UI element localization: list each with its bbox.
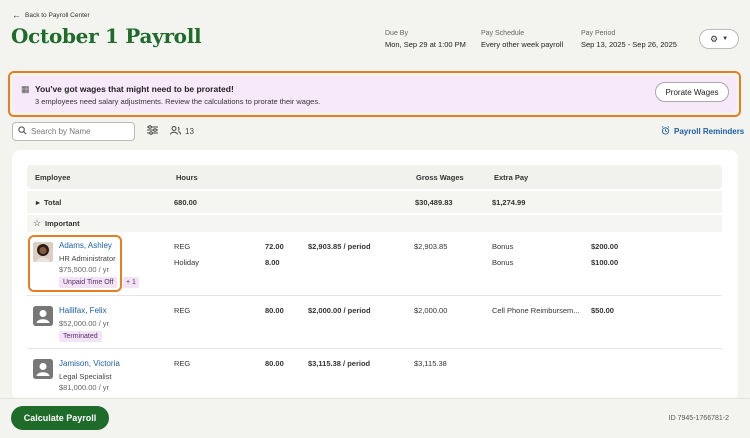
unpaid-time-off-badge: Unpaid Time Off bbox=[59, 277, 118, 288]
proration-banner-highlight: ▦ You've got wages that might need to be… bbox=[8, 71, 741, 117]
earning-type: REG bbox=[174, 359, 191, 368]
alarm-clock-icon bbox=[661, 126, 670, 137]
due-by-value: Mon, Sep 29 at 1:00 PM bbox=[385, 40, 466, 49]
star-icon: ☆ bbox=[33, 218, 42, 228]
total-extra: $1,274.99 bbox=[492, 198, 526, 207]
header-employee: Employee bbox=[35, 173, 71, 182]
employee-name-link[interactable]: Hallifax, Felix bbox=[59, 306, 107, 315]
payroll-reminders-label: Payroll Reminders bbox=[674, 127, 745, 136]
earning-hours[interactable]: 8.00 bbox=[265, 258, 280, 267]
total-label: Total bbox=[44, 198, 62, 207]
filter-sliders-icon[interactable] bbox=[147, 125, 158, 138]
pay-schedule-value: Every other week payroll bbox=[481, 40, 564, 49]
payroll-id: ID 7945-1766781-2 bbox=[668, 415, 729, 422]
calculate-payroll-button[interactable]: Calculate Payroll bbox=[11, 406, 109, 430]
total-row[interactable]: ▸ Total 680.00 $30,489.83 $1,274.99 bbox=[27, 191, 722, 213]
employee-rate: $75,500.00 / yr bbox=[59, 265, 110, 274]
earning-hours[interactable]: 80.00 bbox=[265, 306, 284, 315]
extra-pay-name: Cell Phone Reimbursem... bbox=[492, 306, 580, 315]
users-icon bbox=[170, 126, 181, 137]
total-gross: $30,489.83 bbox=[415, 198, 453, 207]
extra-pay-amount[interactable]: $200.00 bbox=[591, 242, 618, 251]
gross-wages: $3,115.38 bbox=[414, 359, 447, 368]
payroll-table-card: Employee Hours Gross Wages Extra Pay ▸ T… bbox=[12, 150, 738, 400]
extra-pay-amount[interactable]: $100.00 bbox=[591, 258, 618, 267]
earning-pay-rate: $2,903.85 / period bbox=[308, 242, 371, 251]
banner-subtitle: 3 employees need salary adjustments. Rev… bbox=[35, 97, 321, 106]
employee-rate: $81,000.00 / yr bbox=[59, 383, 110, 392]
employee-rate: $52,000.00 / yr bbox=[59, 319, 110, 328]
important-section-header: ☆ Important bbox=[27, 215, 722, 232]
avatar bbox=[33, 242, 53, 262]
table-row: Jamison, Victoria Legal Specialist $81,0… bbox=[27, 350, 722, 400]
earning-pay-rate: $3,115.38 / period bbox=[308, 359, 371, 368]
table-row: Adams, Ashley HR Administrator $75,500.0… bbox=[27, 233, 722, 296]
earning-type: REG bbox=[174, 242, 191, 251]
employee-name-link[interactable]: Adams, Ashley bbox=[59, 241, 112, 250]
gear-icon: ⚙ bbox=[709, 33, 719, 44]
earning-hours[interactable]: 72.00 bbox=[265, 242, 284, 251]
extra-pay-name: Bonus bbox=[492, 242, 514, 251]
table-row: Hallifax, Felix $52,000.00 / yr Terminat… bbox=[27, 297, 722, 349]
earning-type: REG bbox=[174, 306, 191, 315]
caret-right-icon: ▸ bbox=[36, 198, 40, 207]
arrow-left-icon: ← bbox=[12, 10, 21, 20]
employee-count-value: 13 bbox=[185, 127, 194, 136]
employee-count[interactable]: 13 bbox=[170, 126, 194, 137]
gross-wages: $2,903.85 bbox=[414, 242, 448, 251]
back-link-label: Back to Payroll Center bbox=[25, 12, 90, 19]
terminated-badge: Terminated bbox=[59, 331, 102, 342]
page-title: October 1 Payroll bbox=[11, 24, 202, 48]
footer-bar: Calculate Payroll ID 7945-1766781-2 bbox=[0, 398, 750, 438]
earning-pay-rate: $2,000.00 / period bbox=[308, 306, 371, 315]
back-to-payroll-center-link[interactable]: ← Back to Payroll Center bbox=[12, 10, 90, 20]
header-extra-pay: Extra Pay bbox=[494, 173, 529, 182]
pay-period-info: Pay Period Sep 13, 2025 - Sep 26, 2025 bbox=[581, 30, 677, 49]
calculator-icon: ▦ bbox=[21, 84, 30, 94]
employee-title: HR Administrator bbox=[59, 254, 116, 263]
important-label: Important bbox=[45, 219, 80, 228]
employee-name-link[interactable]: Jamison, Victoria bbox=[59, 359, 120, 368]
gross-wages: $2,000.00 bbox=[414, 306, 448, 315]
pay-schedule-info: Pay Schedule Every other week payroll bbox=[481, 30, 563, 49]
search-icon bbox=[18, 126, 27, 137]
total-hours: 680.00 bbox=[174, 198, 197, 207]
due-by-label: Due By bbox=[385, 30, 408, 37]
pay-period-label: Pay Period bbox=[581, 30, 616, 37]
avatar bbox=[33, 359, 53, 379]
search-input[interactable]: Search by Name bbox=[12, 122, 135, 141]
payroll-reminders-link[interactable]: Payroll Reminders bbox=[661, 126, 744, 137]
extra-pay-amount[interactable]: $50.00 bbox=[591, 306, 614, 315]
settings-dropdown-button[interactable]: ⚙ ▼ bbox=[699, 29, 739, 49]
chevron-down-icon: ▼ bbox=[722, 36, 729, 42]
banner-title: You've got wages that might need to be p… bbox=[35, 84, 234, 94]
header-hours: Hours bbox=[176, 173, 198, 182]
header-gross-wages: Gross Wages bbox=[416, 173, 464, 182]
more-badges-button[interactable]: + 1 bbox=[123, 277, 139, 288]
table-header: Employee Hours Gross Wages Extra Pay bbox=[27, 165, 722, 189]
prorate-wages-button[interactable]: Prorate Wages bbox=[655, 82, 729, 102]
employee-title: Legal Specialist bbox=[59, 372, 112, 381]
pay-schedule-label: Pay Schedule bbox=[481, 30, 525, 37]
search-placeholder: Search by Name bbox=[31, 127, 91, 136]
due-by-info: Due By Mon, Sep 29 at 1:00 PM bbox=[385, 30, 466, 49]
pay-period-value: Sep 13, 2025 - Sep 26, 2025 bbox=[581, 40, 677, 49]
earning-hours[interactable]: 80.00 bbox=[265, 359, 284, 368]
earning-type: Holiday bbox=[174, 258, 200, 267]
avatar bbox=[33, 306, 53, 326]
proration-banner: ▦ You've got wages that might need to be… bbox=[13, 76, 736, 112]
extra-pay-name: Bonus bbox=[492, 258, 514, 267]
